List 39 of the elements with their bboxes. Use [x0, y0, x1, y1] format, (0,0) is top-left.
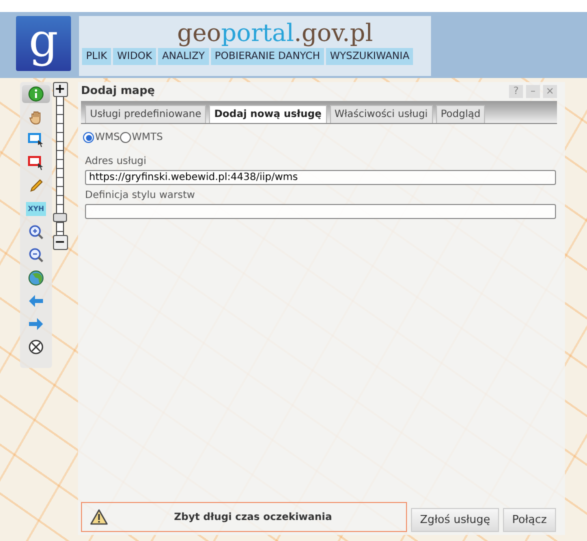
input-field[interactable] — [85, 204, 556, 219]
radio-button[interactable] — [120, 132, 131, 143]
menu-item[interactable]: ANALIZY — [158, 48, 209, 65]
tab[interactable]: Usługi predefiniowane — [85, 105, 206, 123]
site-title: geoportal.gov.pl — [177, 18, 373, 48]
field-label: Adres usługi — [85, 155, 148, 169]
warning-icon — [90, 509, 108, 525]
radio-button[interactable] — [83, 132, 94, 143]
input-field[interactable]: https://gryfinski.webewid.pl:4438/iip/wms — [85, 170, 556, 185]
radio-label[interactable]: WMS — [95, 130, 120, 145]
tab[interactable]: Właściwości usługi — [330, 105, 433, 123]
menu-item[interactable]: WYSZUKIWANIA — [326, 48, 414, 65]
zoom-out-icon — [28, 247, 44, 263]
globe-icon — [28, 270, 44, 286]
rectangle-select-icon — [28, 132, 44, 148]
warning-text: Zbyt długi czas oczekiwania — [173, 510, 333, 524]
crossed-circle-icon — [28, 339, 44, 355]
zoom-in-button[interactable]: + — [52, 82, 68, 97]
report-service-button[interactable]: Zgłoś usługę — [411, 508, 500, 532]
info-tool[interactable] — [22, 85, 50, 103]
radio-label[interactable]: WMTS — [132, 130, 163, 145]
info-icon — [28, 86, 44, 102]
dialog-title: Dodaj mapę — [81, 83, 155, 100]
menu-item[interactable]: WIDOK — [113, 48, 156, 65]
tab[interactable]: Dodaj nową usługę — [209, 105, 327, 123]
back-arrow-icon — [28, 293, 44, 309]
tab[interactable]: Podgląd — [436, 105, 486, 123]
zoom-slider-track[interactable] — [56, 97, 64, 235]
menu-item[interactable]: PLIK — [82, 48, 112, 65]
forward-arrow-icon — [28, 316, 44, 332]
connect-button[interactable]: Połącz — [503, 508, 556, 532]
zoom-in-icon — [28, 224, 44, 240]
pencil-icon — [28, 178, 44, 194]
zoom-out-button[interactable]: − — [52, 235, 68, 250]
zoom-slider-thumb[interactable] — [53, 213, 67, 222]
logo-icon[interactable]: g — [16, 16, 71, 71]
rectangle-select-icon — [28, 155, 44, 171]
menu-item[interactable]: POBIERANIE DANYCH — [210, 48, 324, 65]
field-label: Definicja stylu warstw — [85, 189, 196, 203]
